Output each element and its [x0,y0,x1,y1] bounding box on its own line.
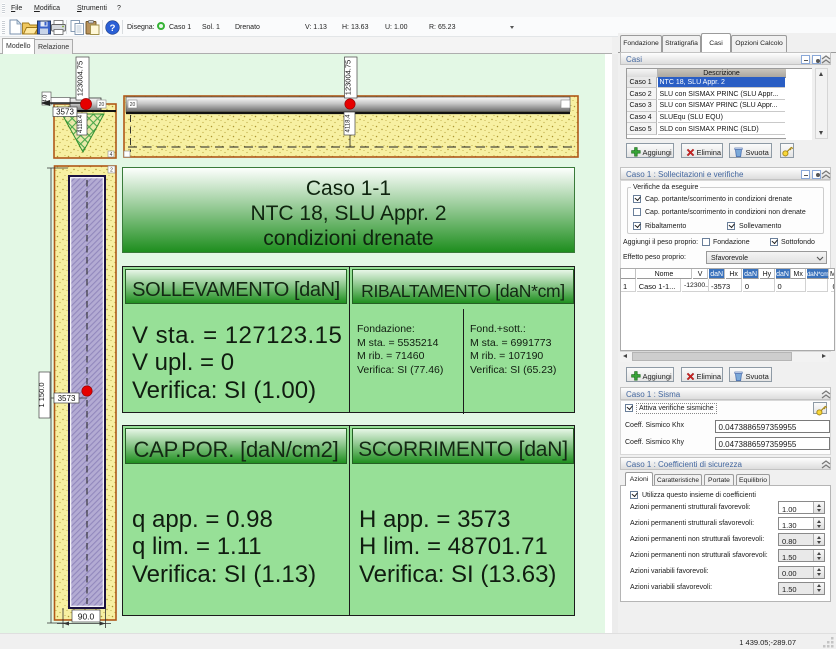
svg-text:90.0: 90.0 [78,612,95,622]
svg-text:3573: 3573 [56,108,74,117]
svg-text:?: ? [110,23,116,34]
svg-text:20: 20 [99,102,105,108]
svg-text:4: 4 [110,152,113,158]
svg-text:4118.4: 4118.4 [346,114,352,133]
svg-text:20: 20 [130,102,136,108]
svg-text:4118.4: 4118.4 [78,114,84,133]
svg-text:2: 2 [110,168,113,174]
svg-text:1 150.0: 1 150.0 [37,382,46,407]
svg-text:123004.75: 123004.75 [76,61,85,96]
svg-text:123004.75: 123004.75 [344,60,353,95]
svg-text:3573: 3573 [58,394,76,403]
